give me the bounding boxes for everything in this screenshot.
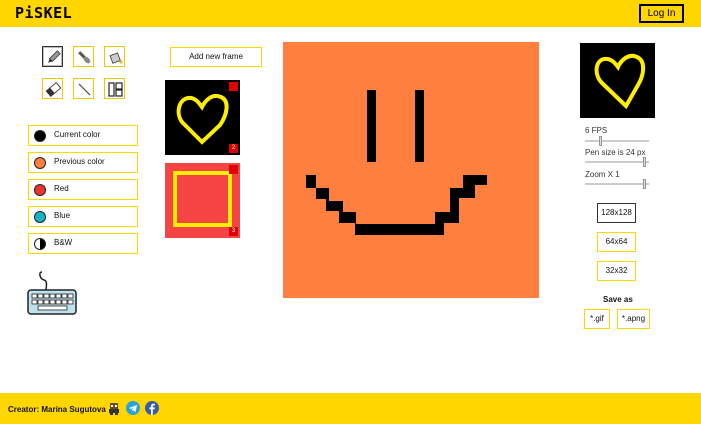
palette-current-color[interactable]: Current color (28, 125, 138, 146)
pencil-icon (48, 50, 61, 63)
layout-icon (108, 82, 123, 97)
creator-credit: Creator: Marina Sugutova (8, 405, 106, 414)
slider-knob[interactable] (599, 136, 602, 146)
keyboard-icon[interactable] (26, 270, 78, 316)
line-tool-button[interactable] (73, 78, 94, 99)
pen-size-slider[interactable] (585, 157, 649, 167)
palette-blue[interactable]: Blue (28, 206, 138, 227)
pen-size-label: Pen size is 24 px (585, 148, 646, 157)
zoom-label: Zoom X 1 (585, 170, 620, 179)
fps-label: 6 FPS (585, 126, 608, 135)
app-logo[interactable]: PiSKEL (15, 4, 72, 22)
save-apng-button[interactable]: *.apng (617, 309, 650, 329)
brush-icon (78, 51, 91, 64)
github-icon[interactable] (107, 401, 121, 415)
color-swatch (34, 184, 46, 196)
animation-preview (580, 43, 655, 118)
palette-previous-color[interactable]: Previous color (28, 152, 138, 173)
palette-label: Red (54, 184, 69, 193)
line-icon (78, 83, 91, 96)
frame-number: 2 (229, 144, 238, 153)
frame-thumbnail[interactable]: 2 (165, 80, 240, 155)
eraser-tool-button[interactable] (42, 78, 63, 99)
eraser-icon (45, 82, 62, 97)
frame-delete-icon[interactable] (229, 165, 238, 174)
app-footer: Creator: Marina Sugutova (0, 393, 701, 424)
smiley-drawing (306, 90, 487, 235)
save-gif-button[interactable]: *.gif (584, 309, 610, 329)
palette-label: Blue (54, 211, 71, 220)
palette-label: Previous color (54, 157, 105, 166)
slider-knob[interactable] (643, 157, 646, 167)
brush-tool-button[interactable] (73, 46, 94, 67)
facebook-icon[interactable] (145, 401, 159, 415)
login-button[interactable]: Log In (639, 4, 684, 23)
palette-bw[interactable]: B&W (28, 233, 138, 254)
save-as-label: Save as (603, 295, 633, 304)
drawing-canvas[interactable] (283, 42, 539, 298)
frame-thumbnail[interactable]: 3 (165, 163, 240, 238)
palette-label: Current color (54, 130, 101, 139)
layout-tool-button[interactable] (104, 78, 125, 99)
heart-preview-icon (594, 53, 646, 110)
telegram-icon[interactable] (126, 401, 140, 415)
palette-red[interactable]: Red (28, 179, 138, 200)
frame-number: 3 (229, 227, 238, 236)
paint-bucket-icon (109, 52, 123, 64)
zoom-slider[interactable] (585, 179, 649, 189)
size-128-button[interactable]: 128x128 (597, 203, 636, 223)
color-swatch (34, 238, 46, 250)
size-32-button[interactable]: 32x32 (597, 261, 636, 281)
frame-delete-icon[interactable] (229, 82, 238, 91)
slider-knob[interactable] (643, 179, 646, 189)
pencil-tool-button[interactable] (42, 46, 63, 67)
app-header: PiSKEL Log In (0, 0, 701, 27)
fps-slider[interactable] (585, 136, 649, 146)
paint-bucket-tool-button[interactable] (104, 46, 125, 67)
size-64-button[interactable]: 64x64 (597, 232, 636, 252)
palette-label: B&W (54, 238, 73, 247)
square-sprite (173, 171, 232, 227)
color-swatch (34, 130, 46, 142)
color-swatch (34, 211, 46, 223)
color-swatch (34, 157, 46, 169)
add-new-frame-button[interactable]: Add new frame (170, 47, 262, 67)
